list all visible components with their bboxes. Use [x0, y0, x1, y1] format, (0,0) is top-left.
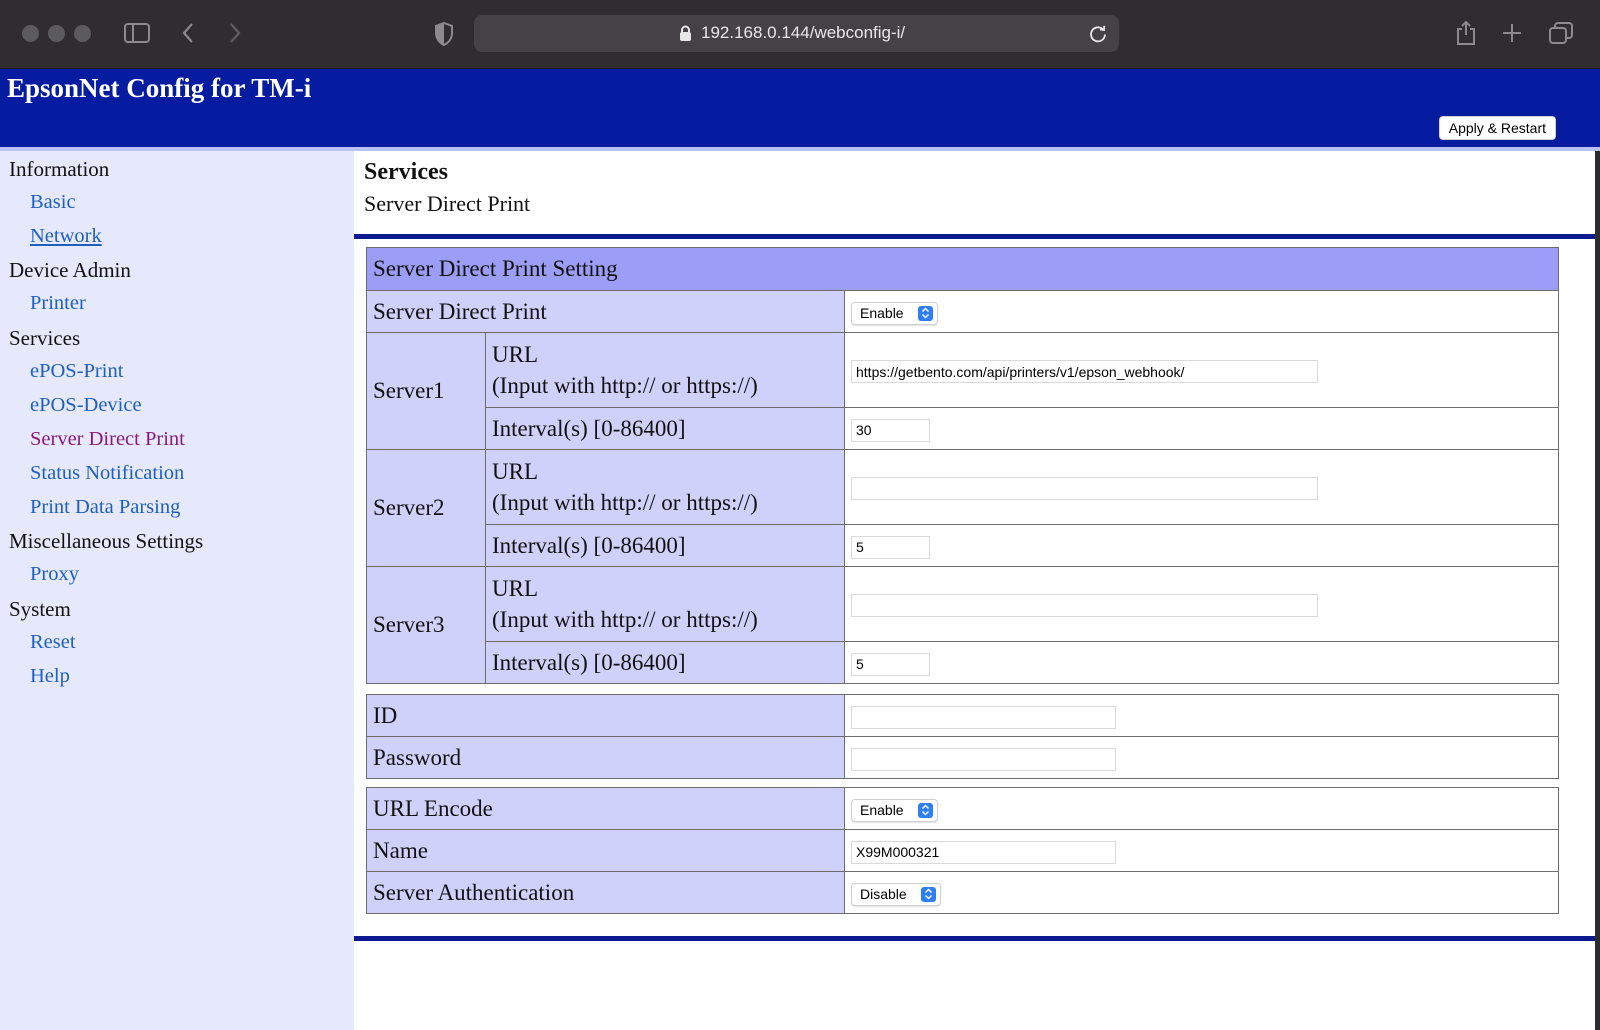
password-input[interactable]: [851, 747, 1116, 771]
sdp-row: Server Direct Print Enable: [366, 290, 1560, 333]
sidebar-item-epos-print[interactable]: ePOS-Print: [30, 360, 123, 383]
server1-url-row: Server1 URL (Input with http:// or https:…: [366, 332, 1560, 450]
new-tab-icon[interactable]: [1502, 23, 1522, 43]
select-arrows-icon: [917, 802, 933, 818]
window-edge: [1595, 151, 1600, 1030]
tab-overview-icon[interactable]: [1549, 22, 1573, 44]
address-url: 192.168.0.144/webconfig-i/: [701, 23, 906, 42]
minimize-window-button[interactable]: [48, 25, 65, 42]
sidebar-group-misc-settings: Miscellaneous Settings: [9, 529, 204, 553]
credentials-table: ID Password: [366, 694, 1559, 779]
name-row: Name: [366, 829, 1559, 872]
sidebar-item-reset[interactable]: Reset: [30, 631, 76, 654]
url-encode-select[interactable]: Enable: [851, 798, 938, 822]
server2-url-input[interactable]: [851, 477, 1318, 501]
server1-interval-row: Interval(s) [0-86400]: [367, 407, 1560, 450]
sidebar-nav: Information Basic Network Device Admin P…: [0, 151, 354, 1030]
url-label-line1: URL: [492, 342, 538, 367]
server2-label: Server2: [366, 449, 486, 567]
url-label-line2: (Input with http:// or https://): [492, 373, 758, 398]
select-arrows-icon: [920, 886, 936, 902]
server3-interval-input[interactable]: [851, 652, 930, 676]
id-label: ID: [366, 694, 845, 737]
server-auth-select-value: Disable: [860, 886, 907, 903]
sidebar-group-information: Information: [9, 157, 110, 181]
url-label-line2: (Input with http:// or https://): [492, 490, 758, 515]
close-window-button[interactable]: [22, 25, 39, 42]
sidebar-item-status-notification[interactable]: Status Notification: [30, 462, 184, 485]
sidebar-group-device-admin: Device Admin: [9, 258, 131, 282]
sidebar-item-printer[interactable]: Printer: [30, 292, 86, 315]
page-subtitle: Server Direct Print: [364, 191, 531, 216]
sdp-select-value: Enable: [860, 305, 904, 322]
password-row: Password: [366, 736, 1559, 779]
server-settings-table: Server Direct Print Setting Server Direc…: [365, 247, 1560, 684]
table-title: Server Direct Print Setting: [365, 247, 1560, 291]
bottom-rule: [354, 936, 1595, 941]
zoom-window-button[interactable]: [74, 25, 91, 42]
sdp-label: Server Direct Print: [366, 290, 845, 333]
id-row: ID: [366, 694, 1559, 737]
url-label-line2: (Input with http:// or https://): [492, 607, 758, 632]
server3-url-row: Server3 URL (Input with http:// or https:…: [366, 566, 1560, 684]
main-content: Services Server Direct Print Server Dire…: [354, 151, 1595, 1030]
sidebar-item-epos-device[interactable]: ePOS-Device: [30, 394, 142, 417]
url-label-line1: URL: [492, 459, 538, 484]
url-encode-select-value: Enable: [860, 802, 904, 819]
url-encode-label: URL Encode: [366, 787, 845, 830]
server1-interval-input[interactable]: [851, 418, 930, 442]
url-encode-row: URL Encode Enable: [366, 787, 1559, 830]
select-arrows-icon: [917, 305, 933, 321]
server2-interval-input[interactable]: [851, 535, 930, 559]
server-auth-label: Server Authentication: [366, 871, 845, 914]
server1-label: Server1: [366, 332, 486, 450]
sdp-select[interactable]: Enable: [851, 301, 938, 325]
name-input[interactable]: [851, 840, 1116, 864]
id-input[interactable]: [851, 705, 1116, 729]
apply-restart-button[interactable]: Apply & Restart: [1438, 116, 1556, 140]
server-auth-select[interactable]: Disable: [851, 882, 941, 906]
app-title: EpsonNet Config for TM-i: [7, 73, 312, 103]
server2-url-row: Server2 URL (Input with http:// or https:…: [366, 449, 1560, 567]
back-icon[interactable]: [181, 22, 195, 44]
sidebar-item-print-data-parsing[interactable]: Print Data Parsing: [30, 496, 180, 519]
server3-url-input[interactable]: [851, 594, 1318, 618]
page-section-title: Services: [364, 159, 448, 185]
lock-icon: [679, 25, 692, 47]
address-bar[interactable]: 192.168.0.144/webconfig-i/: [474, 15, 1119, 52]
forward-icon[interactable]: [228, 22, 242, 44]
page-header: EpsonNet Config for TM-i Apply & Restart: [0, 69, 1600, 147]
interval-label: Interval(s) [0-86400]: [485, 641, 845, 684]
password-label: Password: [366, 736, 845, 779]
server-auth-row: Server Authentication Disable: [366, 871, 1559, 914]
shield-icon[interactable]: [434, 22, 454, 46]
top-rule: [354, 234, 1595, 239]
sidebar-toggle-icon[interactable]: [124, 22, 150, 44]
sidebar-item-proxy[interactable]: Proxy: [30, 563, 79, 586]
table-header-row: Server Direct Print Setting: [365, 247, 1560, 291]
server2-interval-row: Interval(s) [0-86400]: [367, 524, 1560, 567]
sidebar-item-help[interactable]: Help: [30, 665, 70, 688]
server1-url-input[interactable]: [851, 360, 1318, 384]
server3-label: Server3: [366, 566, 486, 684]
interval-label: Interval(s) [0-86400]: [485, 407, 845, 450]
sidebar-item-basic[interactable]: Basic: [30, 191, 76, 214]
options-table: URL Encode Enable Name Server Authentica…: [366, 787, 1559, 914]
share-icon[interactable]: [1456, 20, 1476, 46]
name-label: Name: [366, 829, 845, 872]
browser-toolbar: 192.168.0.144/webconfig-i/: [0, 0, 1600, 69]
sidebar-item-server-direct-print[interactable]: Server Direct Print: [30, 428, 185, 451]
url-label-line1: URL: [492, 576, 538, 601]
interval-label: Interval(s) [0-86400]: [485, 524, 845, 567]
sidebar-item-network[interactable]: Network: [30, 225, 102, 248]
reload-icon[interactable]: [1089, 24, 1107, 48]
server3-interval-row: Interval(s) [0-86400]: [367, 641, 1560, 684]
sidebar-group-system: System: [9, 597, 71, 621]
sidebar-group-services: Services: [9, 326, 81, 350]
